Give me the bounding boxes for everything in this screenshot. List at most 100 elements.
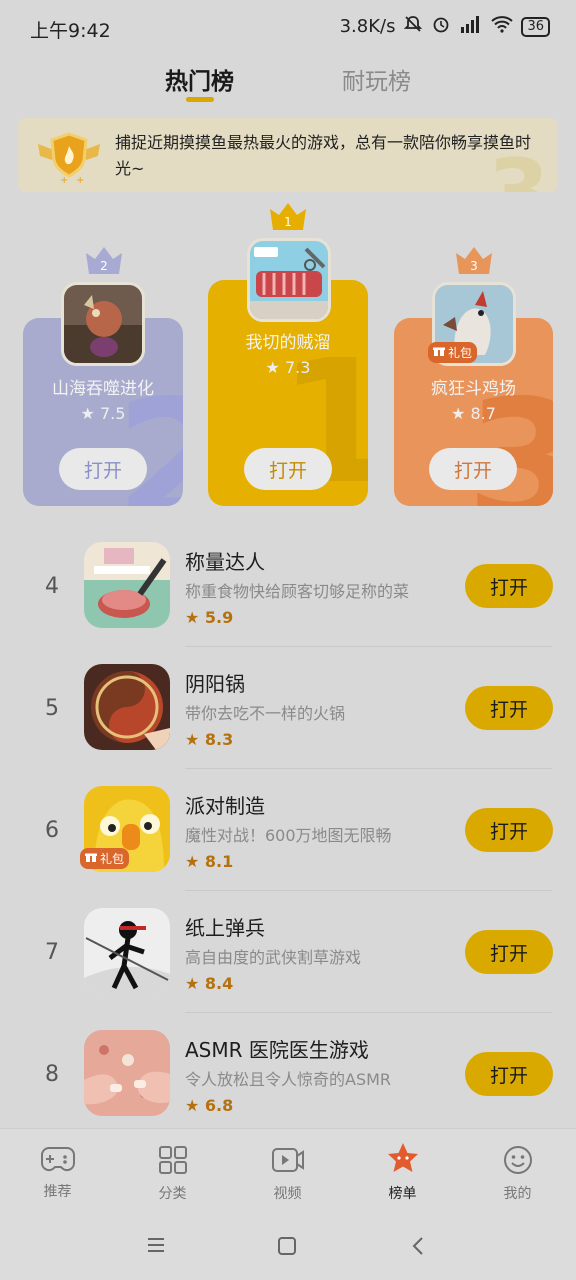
list-item[interactable]: 7 纸上弹兵 高自由度的武侠割草游戏 ★ 8.4 打开 [0, 896, 576, 1014]
podium-app-name: 疯狂斗鸡场 [431, 379, 516, 399]
list-item[interactable]: 6 礼包 派对制造 魔性对战！600万地图无限畅 ★ 8.1 打开 [0, 774, 576, 892]
app-rating: ★ 8.1 [185, 852, 234, 871]
open-button[interactable]: 打开 [465, 686, 553, 730]
gift-badge: 礼包 [428, 342, 478, 363]
star-icon [385, 1141, 421, 1179]
app-icon[interactable] [84, 1030, 170, 1116]
gift-badge: 礼包 [80, 848, 130, 869]
rank-number: 6 [45, 818, 59, 843]
divider [185, 768, 552, 769]
crown-icon: 1 [269, 201, 307, 235]
mute-icon [403, 14, 423, 39]
open-button[interactable]: 打开 [465, 808, 553, 852]
podium-app-icon[interactable] [247, 238, 331, 322]
nav-label: 我的 [503, 1186, 532, 1202]
back-icon[interactable] [410, 1236, 426, 1260]
open-button[interactable]: 打开 [465, 930, 553, 974]
podium-rating: ★ 7.5 [80, 404, 126, 423]
svg-text:1: 1 [284, 215, 292, 229]
app-icon[interactable] [84, 664, 170, 750]
open-button[interactable]: 打开 [465, 564, 553, 608]
menu-icon[interactable] [146, 1236, 166, 1258]
divider [185, 1012, 552, 1013]
rank-number: 5 [45, 696, 59, 721]
banner-text: 捕捉近期摸摸鱼最热最火的游戏，总有一款陪你畅享摸鱼时光~ [115, 133, 532, 178]
system-navigation-bar [0, 1214, 576, 1280]
list-item[interactable]: 4 称量达人 称重食物快给顾客切够足称的菜 ★ 5.9 打开 [0, 530, 576, 648]
star-icon: ★ [185, 1096, 205, 1115]
app-name: ASMR 医院医生游戏 [185, 1038, 369, 1062]
app-name: 阴阳锅 [185, 672, 245, 696]
crown-icon: 3 [455, 245, 493, 279]
svg-text:3: 3 [470, 259, 478, 273]
nav-label: 视频 [273, 1186, 302, 1202]
alarm-icon [431, 14, 451, 39]
gift-icon [433, 345, 445, 360]
star-icon: ★ [451, 404, 471, 423]
signal-icon [459, 15, 483, 38]
star-icon: ★ [80, 404, 100, 423]
svg-text:2: 2 [100, 259, 108, 273]
nav-item-ranking[interactable]: 榜单 [345, 1129, 460, 1215]
app-name: 纸上弹兵 [185, 916, 265, 940]
podium-app-name: 山海吞噬进化 [52, 379, 154, 399]
nav-item-video[interactable]: 视频 [230, 1129, 345, 1215]
shield-icon: + + [36, 130, 102, 188]
network-speed: 3.8K/s [339, 16, 396, 37]
status-bar: 上午9:42 3.8K/s 36 [0, 0, 576, 56]
rank-number: 8 [45, 1062, 59, 1087]
video-icon [271, 1145, 305, 1179]
app-rating: ★ 6.8 [185, 1096, 234, 1115]
podium-app-name: 我切的贼溜 [245, 333, 331, 353]
rank-number: 7 [45, 940, 59, 965]
app-description: 称重食物快给顾客切够足称的菜 [185, 582, 410, 601]
wifi-icon [491, 15, 514, 38]
battery-icon: 36 [521, 16, 550, 37]
app-description: 魔性对战！600万地图无限畅 [185, 826, 392, 845]
home-icon[interactable] [277, 1236, 297, 1260]
bottom-nav: 推荐 分类 视频 榜单 我的 [0, 1128, 576, 1215]
open-button[interactable]: 打开 [244, 448, 332, 490]
status-right: 3.8K/s 36 [340, 14, 550, 39]
svg-text:+: + [60, 175, 68, 184]
gift-icon [85, 851, 97, 866]
open-button[interactable]: 打开 [429, 448, 517, 490]
list-item[interactable]: 8 ASMR 医院医生游戏 令人放松且令人惊奇的ASMR ★ 6.8 打开 [0, 1018, 576, 1128]
star-icon: ★ [185, 974, 205, 993]
tab-hot[interactable]: 热门榜 [165, 62, 234, 96]
nav-item-category[interactable]: 分类 [115, 1129, 230, 1215]
rank-number: 4 [45, 574, 59, 599]
nav-item-mine[interactable]: 我的 [460, 1129, 575, 1215]
open-button[interactable]: 打开 [465, 1052, 553, 1096]
nav-label: 分类 [158, 1186, 187, 1202]
svg-text:+: + [76, 175, 84, 184]
list-item[interactable]: 5 阴阳锅 带你去吃不一样的火锅 ★ 8.3 打开 [0, 652, 576, 770]
app-description: 带你去吃不一样的火锅 [185, 704, 346, 723]
podium-rating: ★ 8.7 [451, 404, 496, 423]
crown-icon: 2 [85, 245, 123, 279]
app-description: 令人放松且令人惊奇的ASMR [185, 1070, 392, 1089]
tab-indicator [186, 97, 214, 102]
divider [185, 890, 552, 891]
tab-durable[interactable]: 耐玩榜 [342, 62, 411, 96]
app-rating: ★ 8.4 [185, 974, 234, 993]
status-time: 上午9:42 [30, 20, 111, 42]
open-button[interactable]: 打开 [59, 448, 147, 490]
app-icon[interactable] [84, 908, 170, 994]
app-name: 派对制造 [185, 794, 265, 818]
star-icon: ★ [185, 608, 205, 627]
star-icon: ★ [265, 358, 285, 377]
grid-icon [158, 1145, 188, 1179]
star-icon: ★ [185, 730, 205, 749]
app-name: 称量达人 [185, 550, 265, 574]
app-description: 高自由度的武侠割草游戏 [185, 948, 362, 967]
app-icon[interactable] [84, 542, 170, 628]
app-rating: ★ 8.3 [185, 730, 234, 749]
nav-label: 榜单 [388, 1186, 417, 1202]
nav-item-recommend[interactable]: 推荐 [0, 1129, 115, 1215]
smiley-icon [503, 1145, 533, 1179]
app-rating: ★ 5.9 [185, 608, 234, 627]
gamepad-icon [40, 1145, 75, 1177]
podium-app-icon[interactable] [61, 282, 145, 366]
podium-rating: ★ 7.3 [265, 358, 311, 377]
